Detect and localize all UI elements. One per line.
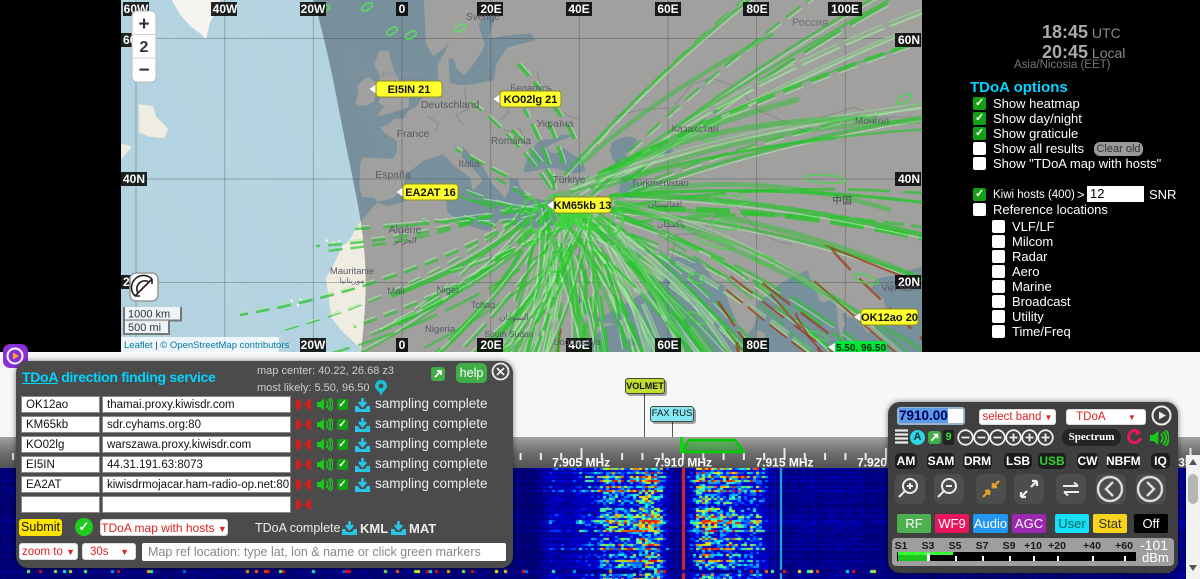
svg-text:中国: 中国 [832, 194, 852, 207]
svg-text:500 mi: 500 mi [128, 322, 161, 334]
svg-text:South Sudan: South Sudan [484, 329, 533, 339]
svg-text:20E: 20E [480, 338, 501, 352]
svg-text:80E: 80E [746, 2, 767, 16]
svg-text:OK12ao 20: OK12ao 20 [861, 312, 918, 324]
svg-text:+: + [138, 14, 149, 35]
svg-text:EI5IN 21: EI5IN 21 [388, 84, 431, 96]
svg-text:España: España [375, 169, 411, 181]
svg-text:السودان: السودان [499, 312, 528, 323]
svg-text:EA2AT 16: EA2AT 16 [405, 187, 456, 199]
svg-text:KM65kb 13: KM65kb 13 [554, 200, 611, 212]
svg-text:Türkiye: Türkiye [553, 175, 586, 186]
svg-text:7.915 MHz: 7.915 MHz [755, 456, 813, 469]
svg-text:40N: 40N [123, 172, 145, 186]
svg-text:Казахстан: Казахстан [672, 124, 719, 135]
svg-text:Algérie: Algérie [389, 224, 422, 236]
svg-text:Россия: Россия [792, 17, 828, 29]
svg-text:United Kingdom: United Kingdom [350, 69, 421, 80]
svg-text:40W: 40W [213, 2, 238, 16]
svg-text:Україна: Україна [536, 118, 573, 130]
svg-text:0: 0 [399, 2, 406, 16]
svg-text:Niger: Niger [437, 285, 460, 296]
svg-text:Sverige: Sverige [466, 12, 500, 23]
svg-text:پاکستان: پاکستان [657, 219, 686, 230]
svg-text:Việt Nam: Việt Nam [882, 283, 919, 293]
svg-text:−: − [138, 60, 149, 81]
svg-text:80E: 80E [746, 338, 767, 352]
svg-text:40E: 40E [568, 2, 589, 16]
svg-text:60E: 60E [657, 338, 678, 352]
svg-text:Italia: Italia [458, 159, 480, 170]
svg-text:40N: 40N [898, 172, 920, 186]
svg-text:0: 0 [399, 338, 406, 352]
svg-text:20W: 20W [301, 338, 326, 352]
svg-text:Deutschland: Deutschland [421, 99, 480, 111]
svg-text:România: România [491, 136, 531, 147]
svg-text:الجزائر: الجزائر [392, 236, 416, 245]
svg-text:20W: 20W [301, 2, 326, 16]
svg-text:KO02lg 21: KO02lg 21 [504, 94, 558, 106]
svg-text:Nigeria: Nigeria [425, 324, 456, 335]
svg-text:Türkmenistan: Türkmenistan [631, 178, 689, 189]
svg-text:افغانستان: افغانستان [648, 199, 682, 209]
svg-text:60N: 60N [898, 33, 920, 47]
svg-text:Soomaaliya: Soomaaliya [553, 337, 600, 347]
svg-text:60E: 60E [657, 2, 678, 16]
svg-text:100E: 100E [831, 2, 859, 16]
svg-text:7.910 MHz: 7.910 MHz [654, 456, 712, 469]
svg-text:Монгол: Монгол [855, 116, 889, 127]
svg-text:Leaflet | © OpenStreetMap cont: Leaflet | © OpenStreetMap contributors [124, 340, 290, 351]
svg-text:2: 2 [140, 39, 149, 56]
svg-text:1000 km: 1000 km [128, 309, 170, 321]
svg-text:France: France [397, 128, 430, 140]
svg-text:7.905 MHz: 7.905 MHz [552, 456, 610, 469]
svg-text:5.50, 96.50: 5.50, 96.50 [836, 343, 886, 352]
svg-text:Tchad: Tchad [471, 300, 495, 310]
svg-text:Mali: Mali [387, 286, 404, 297]
svg-text:موريتانيا: موريتانيا [340, 276, 365, 285]
